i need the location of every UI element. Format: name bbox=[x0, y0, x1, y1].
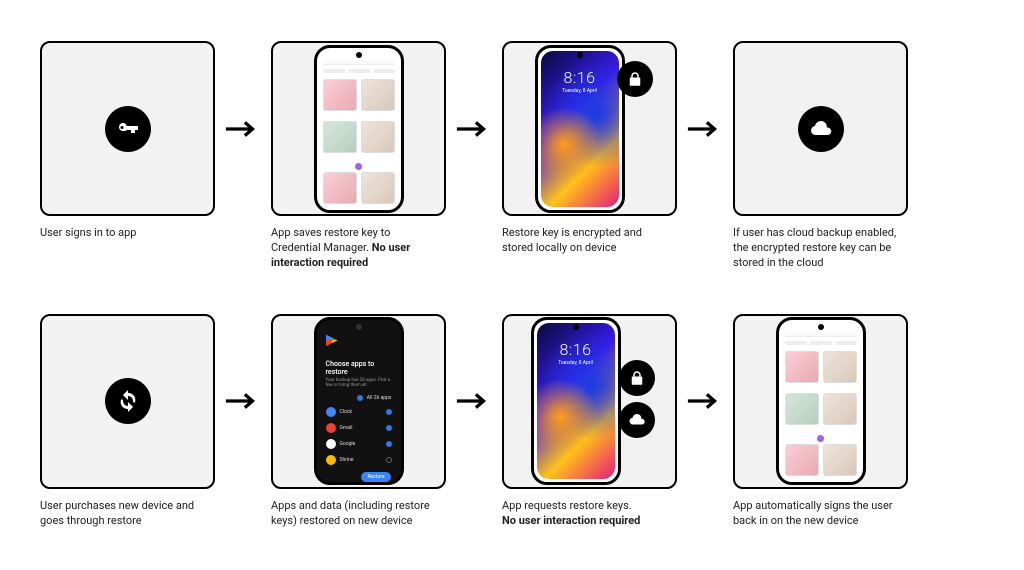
step-box: · · · · bbox=[733, 314, 908, 489]
lock-icon bbox=[617, 61, 653, 97]
restore-title: Choose apps to restore bbox=[323, 360, 395, 376]
step-caption: Restore key is encrypted and stored loca… bbox=[502, 226, 677, 256]
phone-restore-screen: Choose apps to restore Your backup has 2… bbox=[314, 317, 404, 485]
sync-icon bbox=[105, 378, 151, 424]
step-caption: If user has cloud backup enabled, the en… bbox=[733, 226, 908, 271]
key-icon bbox=[105, 106, 151, 152]
lockscreen-time: 8:16 bbox=[538, 68, 622, 87]
lockscreen-date: Tuesday, 8 April bbox=[534, 360, 618, 366]
arrow-icon bbox=[685, 119, 725, 139]
lockscreen-time: 8:16 bbox=[534, 340, 618, 359]
phone-shopping-app: · · · · bbox=[776, 317, 866, 485]
phone-shopping-app: · · · · bbox=[314, 45, 404, 213]
arrow bbox=[685, 314, 725, 489]
step-box: Choose apps to restore Your backup has 2… bbox=[271, 314, 446, 489]
step-box bbox=[40, 314, 215, 489]
step-box: 8:16 Tuesday, 8 April bbox=[502, 41, 677, 216]
step-box bbox=[40, 41, 215, 216]
step-new-device: User purchases new device and goes throu… bbox=[40, 314, 215, 529]
lock-icon bbox=[619, 360, 655, 396]
phone-lockscreen: 8:16 Tuesday, 8 April bbox=[531, 317, 621, 485]
phone-lockscreen: 8:16 Tuesday, 8 April bbox=[535, 45, 625, 213]
list-item: Gmail bbox=[323, 420, 395, 436]
step-restore-apps: Choose apps to restore Your backup has 2… bbox=[271, 314, 446, 529]
arrow-icon bbox=[223, 391, 263, 411]
play-icon bbox=[326, 334, 338, 346]
list-item: Google bbox=[323, 436, 395, 452]
step-signin: User signs in to app bbox=[40, 41, 215, 241]
arrow bbox=[223, 41, 263, 216]
restore-all-row: All 26 apps bbox=[323, 392, 395, 404]
restore-button: Restore bbox=[361, 472, 390, 482]
arrow bbox=[223, 314, 263, 489]
flow-row-2: User purchases new device and goes throu… bbox=[40, 314, 984, 529]
arrow bbox=[685, 41, 725, 216]
step-box bbox=[733, 41, 908, 216]
arrow-icon bbox=[454, 119, 494, 139]
list-item: Shrine bbox=[323, 452, 395, 468]
cloud-icon bbox=[798, 106, 844, 152]
list-item: Clock bbox=[323, 404, 395, 420]
step-caption: User purchases new device and goes throu… bbox=[40, 499, 215, 529]
step-cloud-backup: If user has cloud backup enabled, the en… bbox=[733, 41, 908, 271]
step-caption: Apps and data (including restore keys) r… bbox=[271, 499, 446, 529]
arrow bbox=[454, 314, 494, 489]
arrow bbox=[454, 41, 494, 216]
step-encrypt-local: 8:16 Tuesday, 8 April Restore key is enc… bbox=[502, 41, 677, 256]
arrow-icon bbox=[223, 119, 263, 139]
lockscreen-date: Tuesday, 8 April bbox=[538, 88, 622, 94]
step-save-key: · · · · App saves restore key to Credent… bbox=[271, 41, 446, 271]
step-caption: App automatically signs the user back in… bbox=[733, 499, 908, 529]
restore-subtitle: Your backup has 26 apps. Pick a few or b… bbox=[323, 376, 395, 392]
step-auto-signin: · · · · App automatically signs the user… bbox=[733, 314, 908, 529]
flow-row-1: User signs in to app · · · · bbox=[40, 41, 984, 271]
step-box: · · · · bbox=[271, 41, 446, 216]
step-box: 8:16 Tuesday, 8 April bbox=[502, 314, 677, 489]
arrow-icon bbox=[685, 391, 725, 411]
step-request-keys: 8:16 Tuesday, 8 April App requests resto… bbox=[502, 314, 677, 529]
cloud-icon bbox=[619, 402, 655, 438]
step-caption: App saves restore key to Credential Mana… bbox=[271, 226, 446, 271]
step-caption: App requests restore keys.No user intera… bbox=[502, 499, 677, 529]
step-caption: User signs in to app bbox=[40, 226, 215, 241]
arrow-icon bbox=[454, 391, 494, 411]
